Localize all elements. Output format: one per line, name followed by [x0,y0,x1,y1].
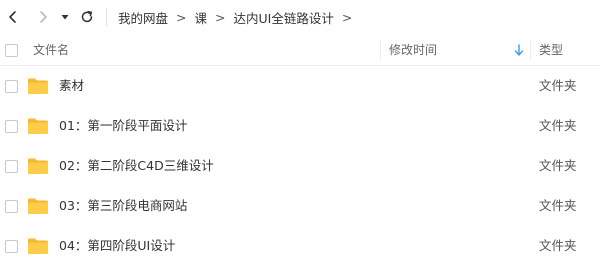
forward-button[interactable] [32,6,54,28]
chevron-right-icon [40,11,47,23]
row-checkbox[interactable] [5,120,18,133]
file-type: 文件夹 [539,198,577,213]
folder-icon [28,78,48,94]
file-row-folder[interactable]: 素材 文件夹 [0,66,600,106]
select-all-checkbox[interactable] [5,44,18,57]
breadcrumb-separator: > [215,9,226,25]
file-row-folder[interactable]: 01：第一阶段平面设计 文件夹 [0,106,600,146]
refresh-button[interactable] [76,6,98,28]
file-type: 文件夹 [539,158,577,173]
file-list-header: 文件名 修改时间 类型 [0,34,600,66]
chevron-left-icon [9,11,16,23]
file-row-folder[interactable]: 03：第三阶段电商网站 文件夹 [0,186,600,226]
column-divider[interactable] [530,40,531,60]
file-list: 素材 文件夹 01：第一阶段平面设计 文件夹 02：第二阶段C4D三维设计 文件… [0,66,600,266]
breadcrumb: 我的网盘 > 课 > 达内UI全链路设计 > [118,0,360,34]
file-name[interactable]: 03：第三阶段电商网站 [59,186,187,226]
file-name[interactable]: 04：第四阶段UI设计 [59,226,175,266]
file-type: 文件夹 [539,238,577,253]
sort-arrow-down-icon[interactable] [513,44,525,57]
row-checkbox[interactable] [5,240,18,253]
column-header-modified-time[interactable]: 修改时间 [389,34,437,66]
file-name[interactable]: 素材 [59,66,84,106]
file-type: 文件夹 [539,78,577,93]
folder-icon [28,198,48,214]
breadcrumb-separator: > [176,9,187,25]
folder-icon [28,118,48,134]
refresh-icon [81,10,93,23]
folder-icon [28,238,48,254]
history-dropdown-button[interactable] [58,6,72,28]
folder-icon [28,158,48,174]
column-header-name[interactable]: 文件名 [33,34,69,66]
file-name[interactable]: 02：第二阶段C4D三维设计 [59,146,214,186]
file-row-folder[interactable]: 04：第四阶段UI设计 文件夹 [0,226,600,266]
toolbar: 我的网盘 > 课 > 达内UI全链路设计 > [0,0,600,34]
row-checkbox[interactable] [5,200,18,213]
row-checkbox[interactable] [5,80,18,93]
column-divider[interactable] [380,40,381,60]
breadcrumb-item-course[interactable]: 课 [195,8,208,27]
file-row-folder[interactable]: 02：第二阶段C4D三维设计 文件夹 [0,146,600,186]
file-name[interactable]: 01：第一阶段平面设计 [59,106,187,146]
breadcrumb-item-root[interactable]: 我的网盘 [118,8,168,27]
breadcrumb-separator-trailing[interactable]: > [342,10,352,25]
toolbar-divider [106,8,107,26]
column-header-type[interactable]: 类型 [539,34,563,66]
file-type: 文件夹 [539,118,577,133]
back-button[interactable] [2,6,24,28]
breadcrumb-item-current[interactable]: 达内UI全链路设计 [234,8,334,27]
row-checkbox[interactable] [5,160,18,173]
caret-down-icon [61,15,69,20]
